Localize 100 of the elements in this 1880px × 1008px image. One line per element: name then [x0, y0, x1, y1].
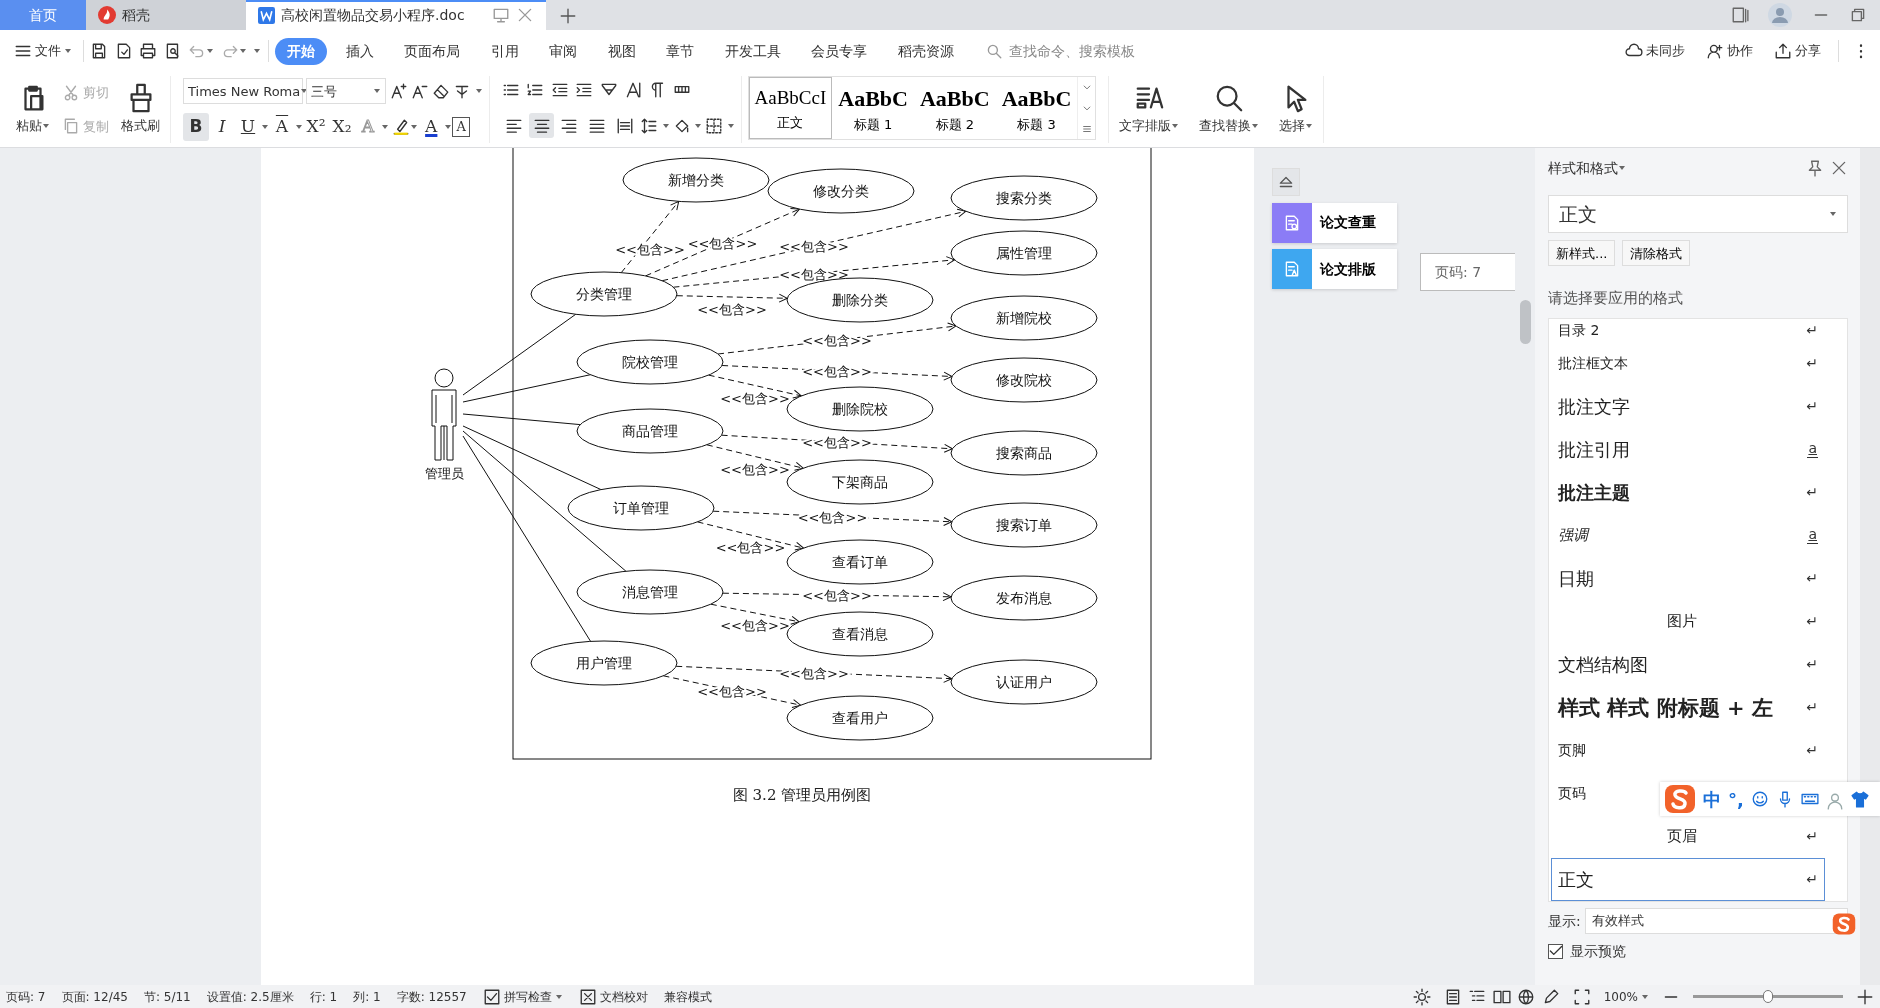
collapse-button[interactable]: [1272, 168, 1300, 196]
style-select[interactable]: 正文: [1548, 195, 1848, 233]
caret-icon[interactable]: [1171, 122, 1180, 130]
style-preset[interactable]: AaBbC 标题 3: [995, 77, 1078, 139]
ribbon-tab[interactable]: 引用: [478, 37, 531, 65]
caret-icon[interactable]: [726, 121, 735, 130]
paste-button[interactable]: 粘贴: [12, 76, 54, 143]
caret-icon[interactable]: [1618, 164, 1626, 172]
ribbon-tab[interactable]: 审阅: [537, 37, 589, 65]
ribbon-tab[interactable]: 视图: [595, 37, 648, 65]
fit-icon[interactable]: [1572, 987, 1591, 1006]
format-painter-button[interactable]: 格式刷: [117, 76, 164, 143]
spell-check-button[interactable]: 拼写检查: [482, 987, 563, 1006]
eye-protection-icon[interactable]: [1412, 987, 1431, 1006]
style-item[interactable]: 页脚 ↵: [1551, 729, 1825, 772]
caret-icon[interactable]: [206, 47, 214, 55]
style-preset[interactable]: AaBbCcI 正文: [748, 77, 833, 139]
caret-icon[interactable]: [444, 122, 453, 131]
eraser-icon[interactable]: [432, 82, 450, 101]
caret-icon[interactable]: [554, 992, 563, 1001]
caret-icon[interactable]: [261, 122, 269, 131]
share-icon[interactable]: [1774, 42, 1792, 60]
font-name-select[interactable]: Times New Roma: [183, 78, 303, 105]
smiley-icon[interactable]: [1750, 790, 1769, 808]
search-field[interactable]: 查找命令、搜索模板: [985, 39, 1185, 63]
borders-icon[interactable]: [705, 116, 724, 135]
style-item[interactable]: 页码: [1551, 772, 1593, 815]
style-item[interactable]: 图片 ↵: [1551, 600, 1825, 643]
format-button[interactable]: X²: [303, 112, 329, 141]
line-spacing-icon[interactable]: [640, 116, 659, 135]
layout-button[interactable]: 文字排版: [1115, 76, 1184, 143]
side-tool-button[interactable]: 论文查重: [1272, 202, 1397, 243]
ime-toolbar[interactable]: 中 °,: [1660, 782, 1880, 816]
proof-check-button[interactable]: 文档校对: [578, 987, 648, 1006]
style-item[interactable]: 批注文字 ↵: [1551, 385, 1825, 428]
save-icon[interactable]: [90, 42, 108, 60]
show-field[interactable]: 有效样式: [1584, 908, 1848, 934]
style-preset[interactable]: AaBbC 标题 1: [832, 77, 914, 139]
caret-icon[interactable]: [64, 47, 72, 55]
close-icon[interactable]: [516, 6, 534, 24]
align-center-button[interactable]: [529, 113, 554, 138]
style-item[interactable]: 目录 2 ↵: [1551, 319, 1825, 342]
format-button[interactable]: I: [209, 112, 235, 141]
ribbon-tab[interactable]: 开发工具: [712, 37, 793, 65]
sort-icon[interactable]: [624, 81, 642, 100]
caret-icon[interactable]: [1251, 122, 1260, 130]
grow-font-icon[interactable]: [389, 82, 408, 101]
new-tab-icon[interactable]: [559, 6, 577, 25]
caret-icon[interactable]: [42, 122, 50, 130]
format-button[interactable]: U: [235, 112, 261, 141]
style-preset[interactable]: AaBbC 标题 2: [913, 77, 996, 139]
style-item[interactable]: 文档结构图 ↵: [1551, 643, 1825, 686]
zoom-select[interactable]: 100%: [1603, 987, 1649, 1006]
format-button[interactable]: A: [269, 112, 295, 141]
ribbon-tab[interactable]: 章节: [654, 37, 706, 65]
caret-icon[interactable]: [1829, 210, 1837, 218]
ribbon-tab[interactable]: 稻壳资源: [885, 37, 966, 65]
ribbon-tab[interactable]: 页面布局: [392, 37, 472, 65]
style-item[interactable]: 批注引用 a: [1551, 428, 1825, 471]
caret-icon[interactable]: [410, 122, 419, 131]
restore-icon[interactable]: [1849, 6, 1867, 24]
sync-button[interactable]: 未同步: [1621, 39, 1689, 63]
person-add-icon[interactable]: [1706, 42, 1724, 60]
find-button[interactable]: 查找替换: [1195, 76, 1264, 143]
scroll-thumb[interactable]: [1520, 300, 1531, 344]
format-button[interactable]: X₂: [329, 112, 355, 141]
font-size-select[interactable]: 三号: [306, 78, 387, 105]
select-button[interactable]: 选择: [1275, 76, 1318, 143]
ime-mode[interactable]: 中: [1703, 785, 1721, 813]
style-item[interactable]: 日期 ↵: [1551, 557, 1825, 600]
shirt-icon[interactable]: [1850, 790, 1869, 808]
file-menu[interactable]: 文件: [10, 39, 76, 63]
style-gallery[interactable]: AaBbCcI 正文 AaBbC 标题 1 AaBbC 标题 2 AaBbC 标题 3: [747, 76, 1096, 140]
ribbon-tab[interactable]: 会员专享: [799, 37, 879, 65]
format-button[interactable]: A: [418, 112, 445, 141]
style-item[interactable]: 样式 样式 附标题 + 左 ↵: [1551, 686, 1825, 729]
window-tab[interactable]: 高校闲置物品交易小程序.doc: [246, 0, 546, 30]
format-button[interactable]: A: [452, 116, 471, 137]
style-item[interactable]: 强调 a: [1551, 514, 1825, 557]
style-item[interactable]: 页眉 ↵: [1551, 815, 1825, 858]
caret-icon[interactable]: [1641, 992, 1649, 1001]
ribbon-tab[interactable]: 插入: [333, 37, 386, 65]
zoom-in-icon[interactable]: [1856, 987, 1874, 1006]
page-count-icon[interactable]: [1730, 6, 1749, 24]
side-tool-button[interactable]: 论文排版: [1272, 249, 1397, 289]
caret-icon[interactable]: [661, 121, 670, 130]
ime-punctuation[interactable]: °,: [1728, 785, 1744, 813]
search-icon[interactable]: [1214, 83, 1245, 114]
printer-icon[interactable]: [139, 42, 157, 60]
share-button[interactable]: 分享: [1770, 39, 1825, 63]
highlighter-icon[interactable]: [392, 117, 411, 136]
caret-icon[interactable]: [295, 122, 303, 131]
caret-icon[interactable]: [1305, 122, 1314, 130]
panel-button[interactable]: 新样式...: [1548, 240, 1616, 266]
panel-title[interactable]: 样式和格式: [1548, 157, 1618, 179]
style-item[interactable]: 正文 ↵: [1551, 858, 1825, 901]
close-icon[interactable]: [1830, 159, 1848, 177]
style-item[interactable]: 批注框文本 ↵: [1551, 342, 1825, 385]
expand-icon[interactable]: [1081, 123, 1092, 134]
web-view-icon[interactable]: [1517, 987, 1536, 1006]
